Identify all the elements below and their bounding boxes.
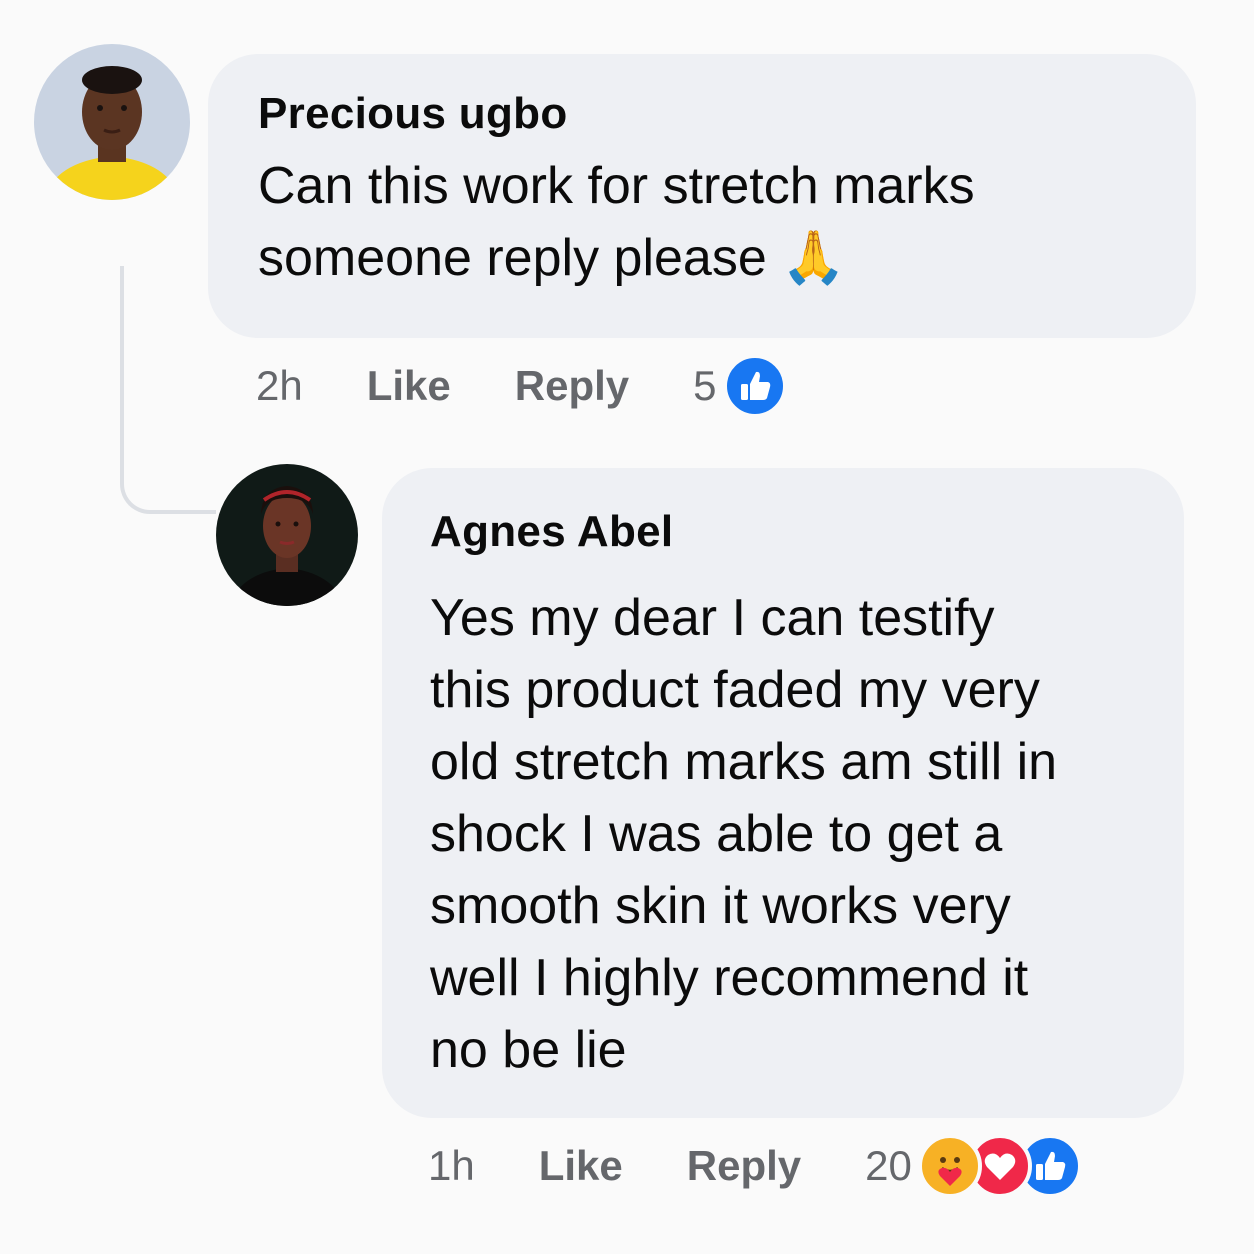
reaction-count[interactable]: 20 bbox=[865, 1142, 912, 1190]
comment-bubble: Precious ugbo Can this work for stretch … bbox=[208, 54, 1196, 338]
comment-text: Can this work for stretch marks someone … bbox=[258, 150, 1196, 294]
comment-actions: 2h Like Reply 5 bbox=[256, 354, 787, 418]
reaction-count[interactable]: 5 bbox=[693, 362, 716, 410]
comment-text-line: well I highly recommend it bbox=[430, 949, 1029, 1007]
comment-text-line: smooth skin it works very bbox=[430, 877, 1011, 935]
care-reaction-icon[interactable] bbox=[917, 1134, 982, 1198]
like-reaction-icon[interactable] bbox=[722, 354, 787, 418]
comment-timestamp[interactable]: 1h bbox=[428, 1142, 475, 1190]
comment-text-line: Can this work for stretch marks bbox=[258, 157, 975, 215]
comment-text-line: Yes my dear I can testify bbox=[430, 589, 995, 647]
reply-button[interactable]: Reply bbox=[687, 1142, 801, 1190]
comment-thread: Precious ugbo Can this work for stretch … bbox=[0, 0, 1254, 1254]
comment-text-line: this product faded my very bbox=[430, 661, 1040, 719]
comment-text-line: no be lie bbox=[430, 1021, 627, 1079]
avatar[interactable] bbox=[216, 464, 358, 606]
comment-text-line: someone reply please 🙏 bbox=[258, 222, 1196, 294]
reply-button[interactable]: Reply bbox=[515, 362, 629, 410]
comment-author[interactable]: Agnes Abel bbox=[430, 506, 1184, 558]
comment-author[interactable]: Precious ugbo bbox=[258, 88, 1196, 140]
comment-text-line-content: someone reply please bbox=[258, 229, 767, 287]
like-button[interactable]: Like bbox=[367, 362, 451, 410]
comment-bubble: Agnes Abel Yes my dear I can testify thi… bbox=[382, 468, 1184, 1118]
thread-connector-line bbox=[120, 266, 216, 514]
comment-text-line: old stretch marks am still in bbox=[430, 733, 1058, 791]
avatar[interactable] bbox=[34, 44, 190, 200]
comment-actions: 1h Like Reply 20 bbox=[428, 1134, 1082, 1198]
praying-hands-emoji: 🙏 bbox=[781, 229, 846, 287]
comment-text: Yes my dear I can testify this product f… bbox=[430, 582, 1184, 1086]
like-button[interactable]: Like bbox=[539, 1142, 623, 1190]
comment-timestamp[interactable]: 2h bbox=[256, 362, 303, 410]
comment-text-line: shock I was able to get a bbox=[430, 805, 1003, 863]
